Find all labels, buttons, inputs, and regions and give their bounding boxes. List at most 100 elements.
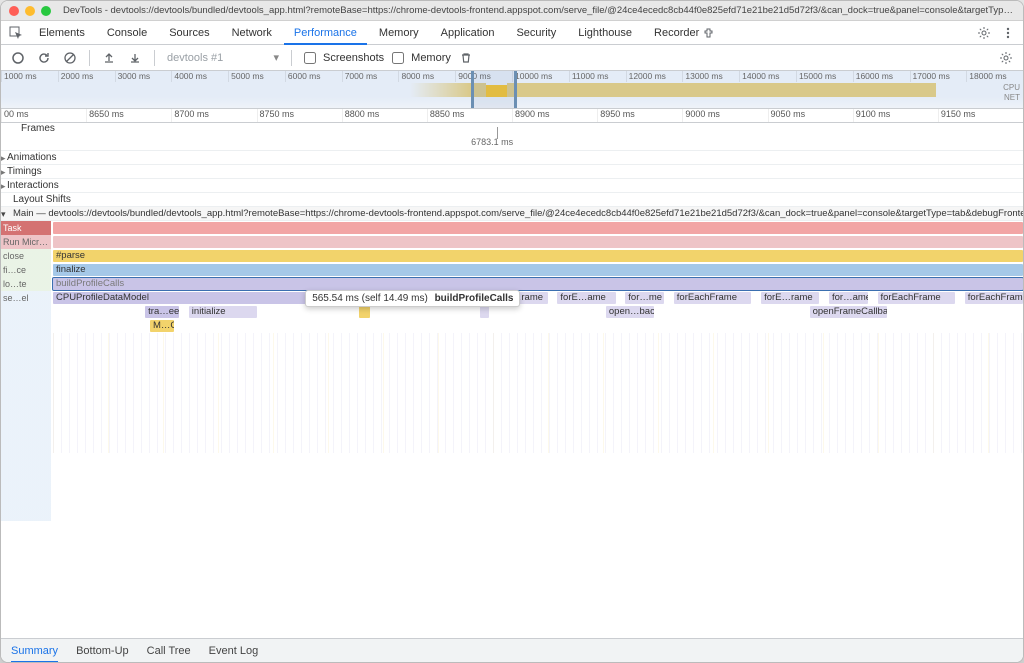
capture-settings-icon[interactable] bbox=[995, 47, 1017, 69]
download-icon[interactable] bbox=[124, 47, 146, 69]
tab-security[interactable]: Security bbox=[506, 21, 566, 45]
chevron-down-icon: ▾ bbox=[273, 51, 279, 64]
track-main[interactable]: Main — devtools://devtools/bundled/devto… bbox=[1, 207, 1023, 221]
performance-toolbar: devtools #1 ▾ Screenshots Memory bbox=[1, 45, 1023, 71]
track-animations[interactable]: Animations bbox=[1, 151, 1023, 165]
overview-tick: 14000 ms bbox=[739, 71, 796, 82]
ruler-tick: 8850 ms bbox=[427, 109, 512, 122]
overview-tick: 11000 ms bbox=[569, 71, 626, 82]
overview-label-cpu: CPU bbox=[1003, 83, 1020, 93]
devtools-window: DevTools - devtools://devtools/bundled/d… bbox=[0, 0, 1024, 663]
ruler-tick: 8800 ms bbox=[342, 109, 427, 122]
flame-row-buildprofilecalls: lo…te buildProfileCalls bbox=[1, 277, 1023, 291]
tab-application[interactable]: Application bbox=[431, 21, 505, 45]
overview-selection[interactable] bbox=[471, 71, 517, 108]
overview-tick: 6000 ms bbox=[285, 71, 342, 82]
bar-foreachframe[interactable]: forE…ame bbox=[557, 292, 615, 304]
tab-lighthouse[interactable]: Lighthouse bbox=[568, 21, 642, 45]
settings-icon[interactable] bbox=[973, 22, 995, 44]
bar-task[interactable] bbox=[53, 222, 1023, 234]
minimize-icon[interactable] bbox=[25, 6, 35, 16]
clear-icon[interactable] bbox=[59, 47, 81, 69]
tab-network[interactable]: Network bbox=[222, 21, 282, 45]
memory-checkbox-input[interactable] bbox=[392, 52, 404, 64]
overview-tick: 16000 ms bbox=[853, 71, 910, 82]
tab-elements[interactable]: Elements bbox=[29, 21, 95, 45]
flame-gutter: Run Microtasks bbox=[1, 235, 51, 249]
bottom-tab-call-tree[interactable]: Call Tree bbox=[147, 639, 191, 663]
bottom-tab-bottom-up[interactable]: Bottom-Up bbox=[76, 639, 129, 663]
bottom-tab-summary[interactable]: Summary bbox=[11, 639, 58, 663]
tab-recorder[interactable]: Recorder bbox=[644, 21, 724, 45]
bar-traee[interactable]: tra…ee bbox=[145, 306, 179, 318]
inspect-icon[interactable] bbox=[5, 22, 27, 44]
flame-tooltip: 565.54 ms (self 14.49 ms) buildProfileCa… bbox=[305, 290, 520, 307]
bar-tiny[interactable] bbox=[480, 306, 490, 318]
bar-parse[interactable]: #parse bbox=[53, 250, 1023, 262]
overview-tick: 13000 ms bbox=[682, 71, 739, 82]
bar-script[interactable] bbox=[359, 306, 371, 318]
profile-select[interactable]: devtools #1 ▾ bbox=[163, 49, 283, 67]
flame-row-depth5: se…el CPUProfileDataModel 565.54 ms (sel… bbox=[1, 291, 1023, 305]
screenshots-checkbox-input[interactable] bbox=[304, 52, 316, 64]
bar-openframecallback[interactable]: openFrameCallback bbox=[810, 306, 888, 318]
flame-gutter: Task bbox=[1, 221, 51, 235]
maximize-icon[interactable] bbox=[41, 6, 51, 16]
bar-initialize[interactable]: initialize bbox=[189, 306, 257, 318]
trash-icon[interactable] bbox=[455, 47, 477, 69]
overview-tick: 17000 ms bbox=[910, 71, 967, 82]
bottom-tab-event-log[interactable]: Event Log bbox=[209, 639, 259, 663]
bar-cpuprofiledatamodel[interactable]: CPUProfileDataModel bbox=[53, 292, 344, 304]
bar-foreachframe[interactable]: forEachFrame bbox=[965, 292, 1023, 304]
bar-foreachframe[interactable]: for…me bbox=[625, 292, 664, 304]
flame-row-finalize: fi…ce finalize bbox=[1, 263, 1023, 277]
track-interactions[interactable]: Interactions bbox=[1, 179, 1023, 193]
bar-foreachframe[interactable]: for…ame bbox=[829, 292, 868, 304]
close-icon[interactable] bbox=[9, 6, 19, 16]
bar-foreachframe[interactable]: forEachFrame bbox=[878, 292, 956, 304]
bar-microtasks[interactable] bbox=[53, 236, 1023, 248]
bar-finalize[interactable]: finalize bbox=[53, 264, 1023, 276]
flame-gutter: fi…ce bbox=[1, 263, 51, 277]
record-icon[interactable] bbox=[7, 47, 29, 69]
reload-record-icon[interactable] bbox=[33, 47, 55, 69]
window-title: DevTools - devtools://devtools/bundled/d… bbox=[63, 5, 1015, 16]
overview-tick: 7000 ms bbox=[342, 71, 399, 82]
ruler-tick: 9150 ms bbox=[938, 109, 1023, 122]
upload-icon[interactable] bbox=[98, 47, 120, 69]
bar-buildprofilecalls-selected[interactable]: buildProfileCalls bbox=[53, 278, 1023, 290]
flame-gutter: lo…te bbox=[1, 277, 51, 291]
ruler-tick: 8950 ms bbox=[597, 109, 682, 122]
tab-performance[interactable]: Performance bbox=[284, 21, 367, 45]
ruler[interactable]: 00 ms 8650 ms 8700 ms 8750 ms 8800 ms 88… bbox=[1, 109, 1023, 123]
tab-console[interactable]: Console bbox=[97, 21, 157, 45]
flame-gutter bbox=[1, 305, 51, 319]
tab-sources[interactable]: Sources bbox=[159, 21, 219, 45]
overview-timeline[interactable]: 1000 ms 2000 ms 3000 ms 4000 ms 5000 ms … bbox=[1, 71, 1023, 109]
overview-tick: 1000 ms bbox=[1, 71, 58, 82]
overview-activity-fade bbox=[410, 83, 471, 97]
bar-openback[interactable]: open…back bbox=[606, 306, 655, 318]
tooltip-text: 565.54 ms (self 14.49 ms) bbox=[312, 293, 428, 304]
frames-track[interactable]: Frames 6783.1 ms bbox=[1, 123, 1023, 151]
tab-memory[interactable]: Memory bbox=[369, 21, 429, 45]
more-icon[interactable] bbox=[997, 22, 1019, 44]
overview-tick: 4000 ms bbox=[171, 71, 228, 82]
bar-foreachframe[interactable]: forEachFrame bbox=[674, 292, 752, 304]
flame-chart[interactable]: Task Run Microtasks close #parse fi…ce f… bbox=[1, 221, 1023, 638]
overview-tick: 2000 ms bbox=[58, 71, 115, 82]
flame-gutter bbox=[1, 319, 51, 333]
titlebar: DevTools - devtools://devtools/bundled/d… bbox=[1, 1, 1023, 21]
bar-mc[interactable]: M…C bbox=[150, 320, 174, 332]
track-timings[interactable]: Timings bbox=[1, 165, 1023, 179]
flame-row-depth6: tra…ee initialize open…back openFrameCal… bbox=[1, 305, 1023, 319]
screenshots-checkbox[interactable]: Screenshots bbox=[300, 49, 384, 67]
memory-checkbox[interactable]: Memory bbox=[388, 49, 451, 67]
bar-foreachframe[interactable]: forE…rame bbox=[761, 292, 819, 304]
overview-tick: 3000 ms bbox=[115, 71, 172, 82]
flame-gutter: se…el bbox=[1, 291, 51, 305]
overview-tick: 5000 ms bbox=[228, 71, 285, 82]
ruler-tick: 9100 ms bbox=[853, 109, 938, 122]
overview-tick: 10000 ms bbox=[512, 71, 569, 82]
track-layout-shifts[interactable]: Layout Shifts bbox=[1, 193, 1023, 207]
